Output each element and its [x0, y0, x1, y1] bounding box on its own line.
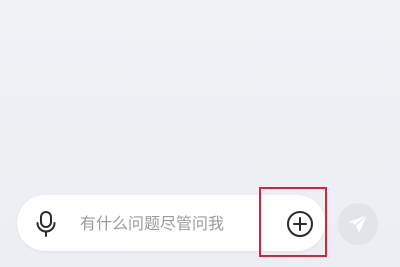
microphone-icon[interactable] — [34, 210, 58, 238]
chat-input[interactable] — [80, 208, 256, 238]
chat-screen — [0, 0, 400, 267]
send-button[interactable] — [338, 203, 378, 245]
plus-circle-icon[interactable] — [285, 209, 315, 239]
send-icon — [349, 214, 368, 233]
